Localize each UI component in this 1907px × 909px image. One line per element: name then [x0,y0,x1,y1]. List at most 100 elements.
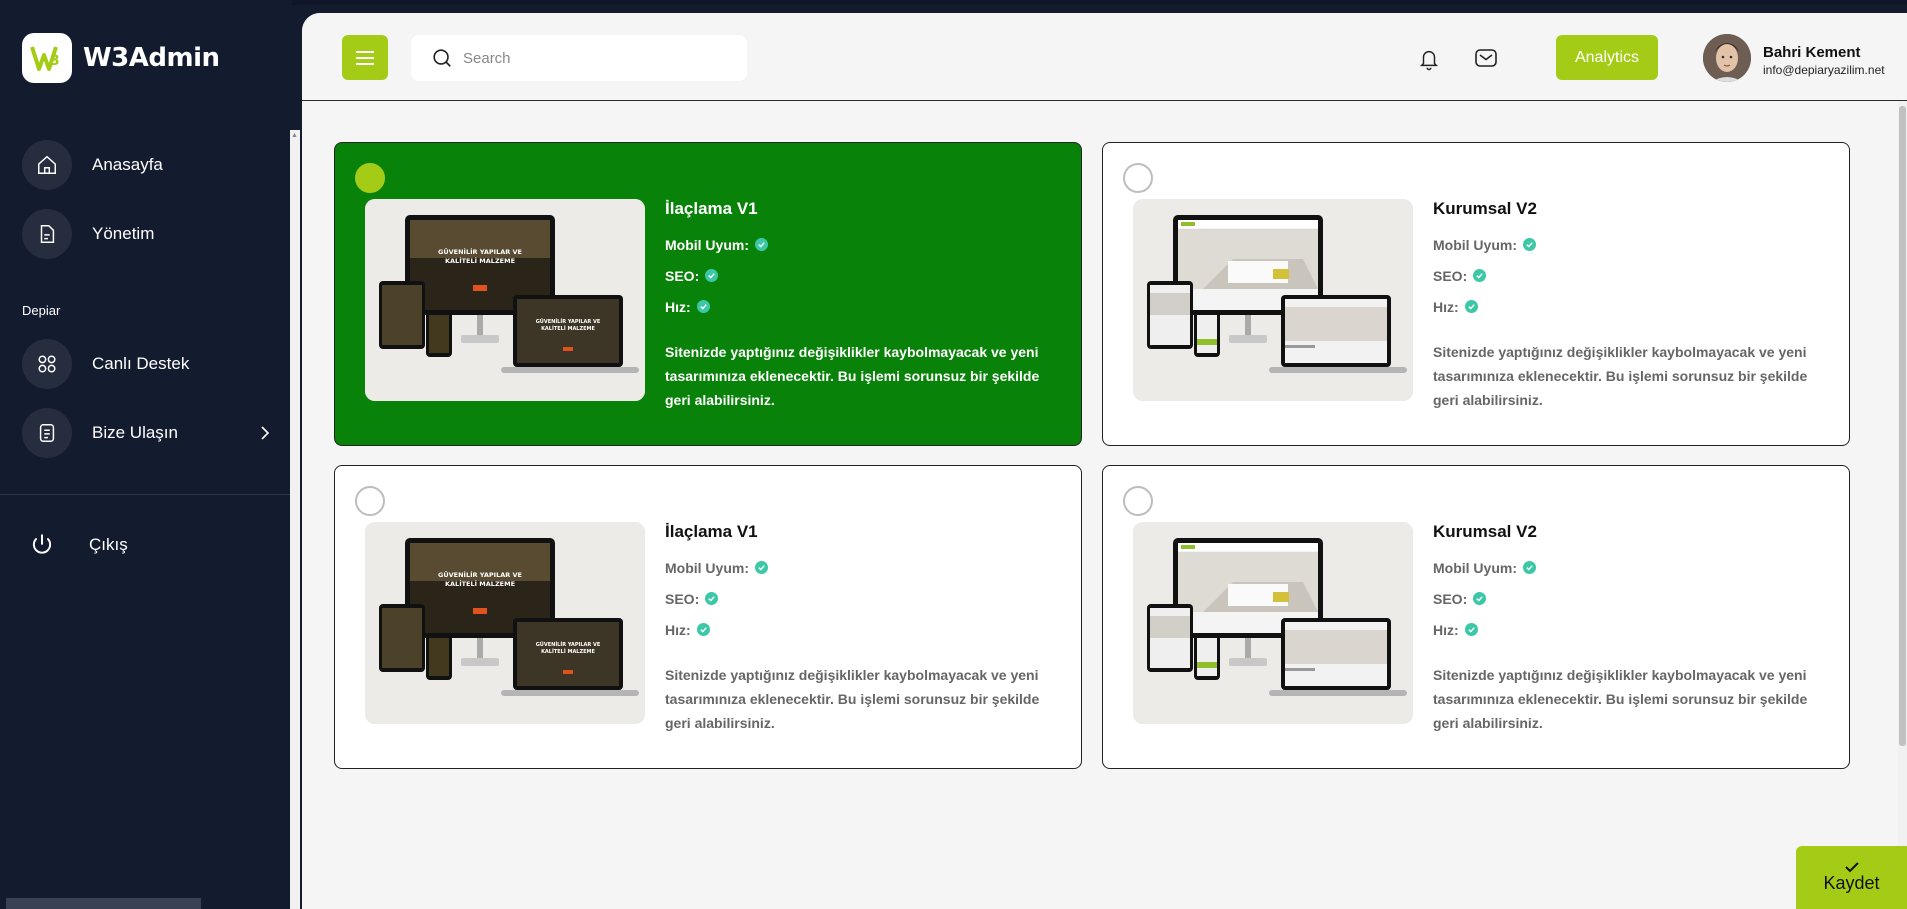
svg-text:GÜVENİLİR YAPILAR VE: GÜVENİLİR YAPILAR VE [536,318,601,325]
feature-mobile: Mobil Uyum: [665,235,1065,254]
check-icon [1464,623,1478,636]
avatar[interactable] [1703,34,1751,82]
theme-radio[interactable] [1123,163,1153,193]
sidebar-item-label: Canlı Destek [92,354,190,373]
w3-logo-icon: 3 [22,33,72,83]
feature-label: Mobil Uyum: [665,559,749,576]
theme-card[interactable]: GÜVENİLİR YAPILAR VE KALİTELİ MALZEME GÜ… [334,465,1082,769]
feature-mobile: Mobil Uyum: [1433,235,1833,254]
analytics-button[interactable]: Analytics [1556,35,1658,80]
main-panel: Analytics Bahri Kement info@depiaryazili… [302,13,1907,909]
sidebar-item-label: Anasayfa [92,155,163,174]
brand[interactable]: 3 W3Admin [22,33,220,83]
mail-icon[interactable] [1474,47,1498,69]
power-icon [22,520,62,570]
sidebar-item-canli-destek[interactable]: Canlı Destek [22,339,189,389]
feature-label: Hız: [665,621,691,638]
header: Analytics Bahri Kement info@depiaryazili… [302,13,1907,101]
logout-button[interactable]: Çıkış [22,520,128,570]
svg-text:KALİTELİ MALZEME: KALİTELİ MALZEME [445,256,515,265]
theme-radio[interactable] [355,486,385,516]
search-box[interactable] [411,35,747,81]
svg-text:KALİTELİ MALZEME: KALİTELİ MALZEME [445,579,515,588]
feature-mobile: Mobil Uyum: [1433,558,1833,577]
theme-radio[interactable] [1123,486,1153,516]
hamburger-icon [356,50,374,65]
section-label: Depiar [22,303,61,318]
theme-card[interactable]: Kurumsal V2 Mobil Uyum: SEO: Hız: Siteni… [1102,465,1850,769]
user-name: Bahri Kement [1763,44,1861,61]
check-icon [1523,561,1536,574]
feature-speed: Hız: [665,297,1065,316]
theme-description: Sitenizde yaptığınız değişiklikler kaybo… [1433,667,1808,731]
sidebar-footer-bar [6,898,201,909]
check-icon [1473,269,1487,282]
svg-text:GÜVENİLİR YAPILAR VE: GÜVENİLİR YAPILAR VE [536,641,601,648]
theme-radio[interactable] [355,163,385,193]
theme-card[interactable]: Kurumsal V2 Mobil Uyum: SEO: Hız: Siteni… [1102,142,1850,446]
feature-seo: SEO: [665,589,1065,608]
theme-preview-image [1133,199,1413,401]
check-icon [755,561,768,574]
sidebar-item-bize-ulasin[interactable]: Bize Ulaşın [22,408,178,458]
feature-label: Hız: [665,298,691,315]
theme-preview-image: GÜVENİLİR YAPILAR VE KALİTELİ MALZEME GÜ… [365,199,645,401]
theme-title: İlaçlama V1 [665,522,758,541]
sidebar-item-yonetim[interactable]: Yönetim [22,209,154,259]
theme-preview-image: GÜVENİLİR YAPILAR VE KALİTELİ MALZEME GÜ… [365,522,645,724]
theme-card[interactable]: GÜVENİLİR YAPILAR VE KALİTELİ MALZEME GÜ… [334,142,1082,446]
feature-speed: Hız: [1433,297,1833,316]
save-button[interactable]: Kaydet [1796,846,1907,909]
theme-info: İlaçlama V1 Mobil Uyum: SEO: Hız: Siteni… [665,199,1065,412]
check-icon [755,238,768,251]
theme-description: Sitenizde yaptığınız değişiklikler kaybo… [665,667,1040,731]
sidebar: 3 W3Admin Anasayfa Yönetim Depiar Canlı … [0,0,300,909]
feature-label: Mobil Uyum: [665,236,749,253]
grid-icon [22,339,72,389]
check-icon [1844,862,1859,873]
chevron-right-icon[interactable] [258,424,272,442]
list-icon [22,408,72,458]
feature-speed: Hız: [1433,620,1833,639]
feature-label: Hız: [1433,298,1459,315]
check-icon [696,623,710,636]
feature-seo: SEO: [665,266,1065,285]
check-icon [705,269,719,282]
home-icon [22,140,72,190]
feature-speed: Hız: [665,620,1065,639]
sidebar-item-anasayfa[interactable]: Anasayfa [22,140,163,190]
theme-grid: GÜVENİLİR YAPILAR VE KALİTELİ MALZEME GÜ… [302,102,1907,909]
user-email: info@depiaryazilim.net [1763,63,1885,77]
feature-label: SEO: [665,590,700,607]
main-scrollbar[interactable] [1898,101,1907,909]
feature-seo: SEO: [1433,266,1833,285]
sidebar-item-label: Bize Ulaşın [92,423,178,442]
check-icon [1464,300,1478,313]
feature-label: SEO: [665,267,700,284]
menu-toggle-button[interactable] [342,35,388,80]
svg-text:GÜVENİLİR YAPILAR VE: GÜVENİLİR YAPILAR VE [438,247,522,256]
scrollbar-thumb[interactable] [1899,106,1906,746]
check-icon [1473,592,1487,605]
search-input[interactable] [463,49,733,67]
feature-label: Mobil Uyum: [1433,236,1517,253]
logout-label: Çıkış [89,535,128,554]
document-icon [22,209,72,259]
feature-mobile: Mobil Uyum: [665,558,1065,577]
theme-info: Kurumsal V2 Mobil Uyum: SEO: Hız: Siteni… [1433,199,1833,412]
theme-title: Kurumsal V2 [1433,199,1537,218]
theme-info: Kurumsal V2 Mobil Uyum: SEO: Hız: Siteni… [1433,522,1833,735]
svg-text:KALİTELİ MALZEME: KALİTELİ MALZEME [541,648,595,655]
brand-name: W3Admin [83,43,220,73]
svg-text:GÜVENİLİR YAPILAR VE: GÜVENİLİR YAPILAR VE [438,570,522,579]
svg-text:3: 3 [50,53,60,69]
feature-seo: SEO: [1433,589,1833,608]
check-icon [705,592,719,605]
sidebar-scrollbar[interactable]: ▲ [290,130,300,909]
sidebar-divider [0,494,292,495]
bell-icon[interactable] [1418,47,1440,71]
theme-title: Kurumsal V2 [1433,522,1537,541]
theme-info: İlaçlama V1 Mobil Uyum: SEO: Hız: Siteni… [665,522,1065,735]
theme-description: Sitenizde yaptığınız değişiklikler kaybo… [665,344,1040,408]
sidebar-item-label: Yönetim [92,224,155,243]
